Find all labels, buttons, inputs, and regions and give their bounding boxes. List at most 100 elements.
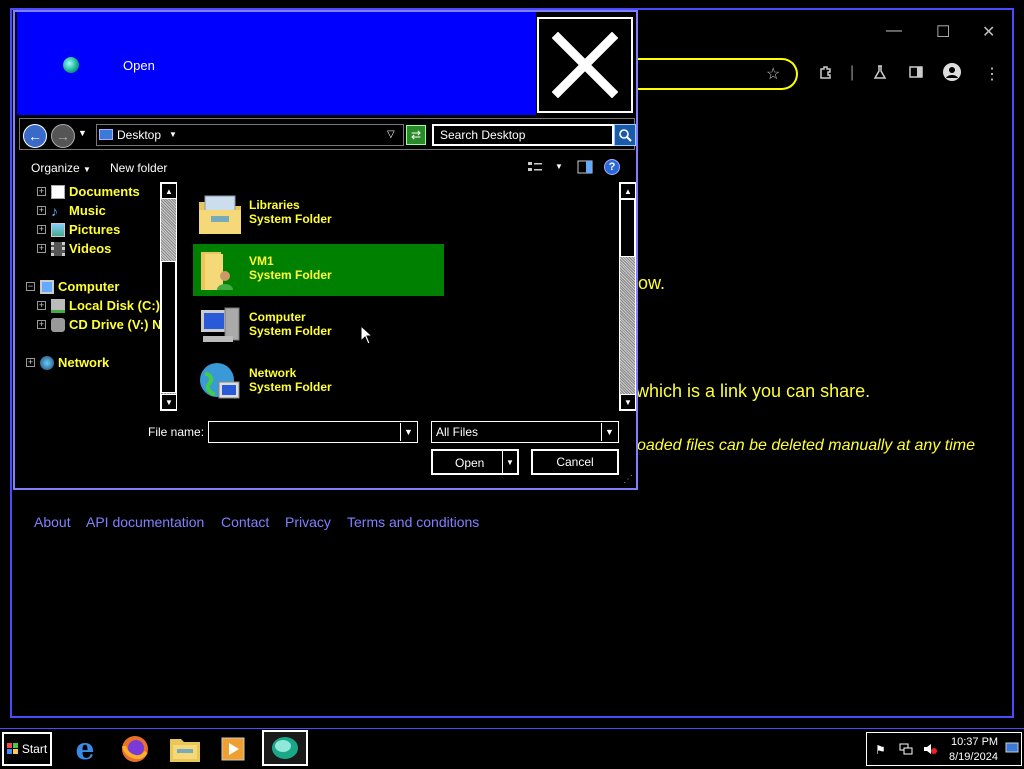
documents-icon — [51, 184, 65, 199]
file-item-vm1[interactable]: VM1 System Folder — [193, 244, 444, 296]
footer-link-privacy[interactable]: Privacy — [285, 514, 331, 530]
maximize-button[interactable]: ☐ — [936, 22, 950, 42]
expand-icon[interactable]: + — [26, 358, 35, 367]
tree-item-computer[interactable]: − Computer — [26, 279, 119, 294]
cd-drive-icon — [51, 317, 65, 332]
refresh-icon: ⇄ — [410, 128, 422, 142]
scroll-up-icon[interactable]: ▲ — [620, 183, 636, 199]
tree-item-network[interactable]: + Network — [26, 355, 109, 370]
file-item-computer[interactable]: Computer System Folder — [193, 300, 444, 352]
tree-scroll-thumb[interactable] — [161, 261, 176, 393]
dialog-close-button[interactable] — [537, 17, 633, 113]
clock-time[interactable]: 10:37 PM — [951, 736, 998, 748]
profile-avatar-icon[interactable] — [942, 62, 962, 87]
desktop-icon — [99, 129, 113, 140]
tree-item-pictures[interactable]: + Pictures — [37, 222, 120, 237]
open-file-dialog: Open ← → ▼ Desktop ▼ ▽ ⇄ Search Desktop — [13, 10, 638, 490]
start-button[interactable]: Start — [2, 732, 52, 766]
computer-icon — [40, 279, 54, 294]
preview-pane-icon[interactable] — [577, 160, 593, 179]
tree-item-local-disk[interactable]: + Local Disk (C:) — [37, 298, 160, 313]
internet-explorer-icon[interactable]: e — [68, 732, 102, 767]
side-panel-icon[interactable] — [908, 64, 924, 85]
open-options-dropdown-icon[interactable]: ▼ — [502, 451, 517, 473]
extensions-icon[interactable] — [818, 64, 834, 85]
app-globe-icon — [63, 57, 79, 73]
close-icon — [552, 32, 618, 98]
resize-grip-icon[interactable]: ⋰ — [623, 474, 633, 485]
tree-scrollbar[interactable]: ▲ ▼ — [160, 182, 177, 411]
file-item-network[interactable]: Network System Folder — [193, 356, 444, 408]
labs-flask-icon[interactable] — [872, 64, 888, 85]
open-button[interactable]: Open ▼ — [431, 449, 519, 475]
file-list-scroll-thumb[interactable] — [620, 199, 635, 257]
tree-item-documents[interactable]: + Documents — [37, 184, 140, 199]
network-icon — [40, 355, 54, 370]
media-player-icon[interactable] — [216, 733, 250, 765]
breadcrumb-chevron-icon[interactable]: ▼ — [169, 130, 177, 139]
network-status-icon[interactable] — [899, 743, 913, 758]
cancel-button[interactable]: Cancel — [531, 449, 619, 475]
scroll-down-icon[interactable]: ▼ — [161, 394, 177, 410]
expand-icon[interactable]: + — [37, 244, 46, 253]
clock-date[interactable]: 8/19/2024 — [949, 751, 998, 763]
file-type-select[interactable]: All Files ▼ — [431, 421, 619, 443]
volume-muted-icon[interactable] — [923, 743, 937, 758]
view-dropdown-chevron-icon[interactable]: ▼ — [555, 162, 563, 171]
help-icon[interactable]: ? — [604, 159, 620, 175]
footer-link-api[interactable]: API documentation — [86, 514, 204, 530]
expand-icon[interactable]: + — [37, 206, 46, 215]
expand-icon[interactable]: + — [37, 225, 46, 234]
forward-button[interactable]: → — [51, 124, 75, 148]
footer-link-terms[interactable]: Terms and conditions — [347, 514, 479, 530]
expand-icon[interactable]: + — [37, 187, 46, 196]
view-options-icon[interactable] — [527, 160, 543, 179]
scroll-up-icon[interactable]: ▲ — [161, 183, 177, 199]
user-folder-icon — [201, 252, 233, 290]
organize-menu[interactable]: Organize ▼ — [31, 161, 91, 175]
search-placeholder: Search Desktop — [440, 128, 526, 142]
footer-link-contact[interactable]: Contact — [221, 514, 269, 530]
search-button[interactable] — [614, 124, 636, 146]
search-icon — [619, 129, 632, 142]
expand-icon[interactable]: + — [37, 320, 46, 329]
menu-kebab-icon[interactable]: ⋮ — [984, 64, 1000, 84]
network-globe-icon — [200, 363, 240, 399]
app-globe-icon[interactable] — [262, 730, 308, 766]
bookmark-star-icon[interactable]: ☆ — [766, 64, 780, 84]
taskbar: Start e ⚑ 10:37 PM 8/19/2024 — [0, 728, 1024, 769]
address-box[interactable]: Desktop ▼ ▽ — [96, 124, 404, 146]
file-explorer-icon[interactable] — [168, 733, 202, 765]
refresh-button[interactable]: ⇄ — [406, 125, 426, 145]
show-desktop-icon[interactable] — [1005, 741, 1019, 758]
recent-pages-chevron-icon[interactable]: ▼ — [78, 128, 87, 138]
computer-icon — [201, 307, 240, 342]
dialog-title-bar[interactable]: Open — [17, 12, 536, 115]
file-item-libraries[interactable]: Libraries System Folder — [193, 188, 444, 240]
firefox-icon[interactable] — [118, 733, 152, 765]
file-list-scrollbar[interactable]: ▲ ▼ — [619, 182, 636, 411]
back-button[interactable]: ← — [23, 124, 47, 148]
disk-icon — [51, 298, 65, 313]
search-input[interactable]: Search Desktop — [432, 124, 614, 146]
tree-item-cd-drive[interactable]: + CD Drive (V:) N — [37, 317, 161, 332]
footer-link-about[interactable]: About — [34, 514, 71, 530]
file-type-dropdown-icon[interactable]: ▼ — [601, 423, 617, 441]
collapse-icon[interactable]: − — [26, 282, 35, 291]
expand-icon[interactable]: + — [37, 301, 46, 310]
file-name-input[interactable]: ▼ — [208, 421, 418, 443]
address-dropdown-icon[interactable]: ▽ — [387, 129, 395, 140]
action-center-flag-icon[interactable]: ⚑ — [875, 743, 886, 757]
file-name-dropdown-icon[interactable]: ▼ — [400, 423, 416, 441]
new-folder-button[interactable]: New folder — [110, 161, 167, 175]
minimize-button[interactable]: — — [886, 22, 902, 40]
address-path: Desktop — [117, 128, 162, 142]
close-window-button[interactable]: ✕ — [982, 22, 995, 42]
pictures-icon — [51, 222, 65, 237]
mouse-cursor-icon — [360, 325, 374, 345]
tree-item-music[interactable]: + ♪ Music — [37, 203, 106, 218]
forward-arrow-icon: → — [56, 128, 70, 144]
page-text-line2: which is a link you can share. — [636, 381, 871, 401]
scroll-down-icon[interactable]: ▼ — [620, 394, 636, 410]
tree-item-videos[interactable]: + Videos — [37, 241, 111, 256]
